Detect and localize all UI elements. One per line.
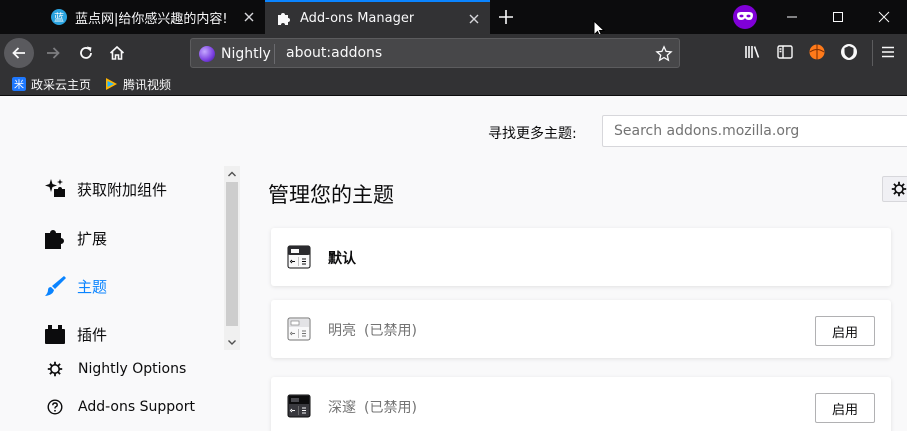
private-browsing-indicator (733, 5, 757, 29)
back-button[interactable] (4, 38, 34, 68)
nightly-options-link[interactable]: Nightly Options (47, 357, 186, 381)
sparkle-puzzle-icon (45, 179, 65, 197)
default-theme-icon (287, 245, 311, 269)
theme-card-dark[interactable]: 深邃 (已禁用) 启用 (271, 377, 891, 431)
minimize-button[interactable] (769, 0, 815, 34)
zcy-favicon-icon: 米 (12, 77, 26, 91)
puzzle-piece-icon (278, 13, 290, 25)
home-button[interactable] (102, 38, 132, 68)
find-more-label: 寻找更多主题: (488, 126, 577, 142)
category-label: 插件 (77, 325, 108, 344)
forward-button[interactable] (38, 38, 68, 68)
bookmark-star-icon[interactable] (655, 45, 673, 63)
paintbrush-icon (45, 276, 66, 296)
theme-name: 深邃 (328, 400, 356, 416)
reload-icon (80, 46, 92, 59)
theme-status: (已禁用) (364, 400, 417, 416)
category-label: 扩展 (77, 229, 108, 248)
category-themes[interactable]: 主题 (43, 271, 107, 301)
tab-strip: 蓝 蓝点网|给你感兴趣的内容! Add-ons Manager (0, 0, 907, 38)
close-tab-icon[interactable] (241, 9, 257, 25)
svg-text:米: 米 (14, 78, 24, 91)
gear-icon (47, 361, 63, 377)
url-separator (274, 44, 275, 64)
tab-title: Add-ons Manager (300, 10, 415, 26)
nightly-logo-icon (199, 46, 215, 62)
bookmark-zcy[interactable]: 米 政采云主页 (12, 75, 91, 93)
identity-box[interactable]: Nightly (199, 44, 271, 64)
extension-ball-icon[interactable] (808, 43, 826, 61)
addons-support-link[interactable]: Add-ons Support (47, 395, 195, 419)
scroll-up-button[interactable] (224, 166, 240, 182)
bookmark-label: 政采云主页 (31, 77, 92, 92)
close-window-icon (878, 11, 890, 23)
chevron-down-icon (228, 340, 236, 345)
search-input[interactable] (602, 115, 907, 147)
category-extensions[interactable]: 扩展 (43, 223, 107, 253)
theme-name: 默认 (328, 251, 356, 267)
addons-page: 寻找更多主题: 获取附加组件 扩展 主题 插件 (0, 96, 907, 431)
tab-title: 蓝点网|给你感兴趣的内容! (75, 11, 228, 27)
puzzle-piece-icon (45, 230, 64, 249)
new-tab-plus-icon[interactable] (497, 8, 515, 26)
identity-label: Nightly (221, 46, 271, 62)
footer-label: Nightly Options (78, 361, 187, 377)
gear-icon (891, 181, 907, 197)
scrollbar-thumb[interactable] (226, 182, 238, 326)
theme-status: (已禁用) (364, 323, 417, 339)
theme-card-light[interactable]: 明亮 (已禁用) 启用 (271, 300, 891, 358)
tencent-video-favicon-icon (106, 78, 117, 90)
bookmark-tencent-video[interactable]: 腾讯视频 (104, 75, 171, 93)
bookmark-label: 腾讯视频 (123, 77, 172, 92)
landian-favicon-icon: 蓝 (51, 9, 67, 25)
hamburger-menu-icon[interactable] (879, 43, 897, 61)
svg-text:蓝: 蓝 (54, 12, 64, 24)
help-question-icon (47, 399, 63, 415)
back-arrow-icon (12, 47, 25, 59)
tab-addons-manager[interactable]: Add-ons Manager (265, 0, 490, 34)
url-text[interactable]: about:addons (286, 45, 382, 61)
category-discover[interactable]: 获取附加组件 (43, 174, 167, 204)
maximize-icon (833, 12, 843, 22)
tools-menu-button[interactable] (882, 176, 907, 202)
theme-name-line: 明亮 (已禁用) (328, 320, 417, 340)
category-plugins[interactable]: 插件 (43, 319, 107, 349)
light-theme-icon (287, 317, 311, 341)
chevron-up-icon (228, 171, 236, 177)
enable-theme-button[interactable]: 启用 (815, 393, 875, 423)
forward-arrow-icon (47, 47, 60, 59)
toolbar-separator (872, 40, 873, 66)
plugin-block-icon (45, 325, 65, 344)
footer-label: Add-ons Support (78, 399, 195, 415)
sidebar-toggle-icon[interactable] (776, 43, 794, 61)
maximize-button[interactable] (815, 0, 861, 34)
enable-theme-button[interactable]: 启用 (815, 316, 875, 346)
theme-card-default[interactable]: 默认 (271, 228, 891, 286)
scroll-down-button[interactable] (224, 334, 240, 350)
library-icon[interactable] (744, 43, 762, 61)
url-bar[interactable]: Nightly about:addons (190, 38, 680, 68)
reload-button[interactable] (71, 38, 101, 68)
private-mask-icon (737, 12, 753, 20)
minimize-icon (787, 16, 797, 18)
page-title: 管理您的主题 (268, 183, 394, 207)
category-label: 获取附加组件 (77, 180, 168, 199)
navigation-toolbar: Nightly about:addons (0, 34, 907, 72)
close-window-button[interactable] (861, 0, 907, 34)
shield-extension-icon[interactable] (840, 43, 858, 61)
category-label: 主题 (77, 277, 108, 296)
bookmarks-toolbar: 米 政采云主页 腾讯视频 (0, 72, 907, 96)
home-icon (109, 45, 125, 60)
tab-landian[interactable]: 蓝 蓝点网|给你感兴趣的内容! (40, 0, 265, 34)
theme-name: 明亮 (328, 323, 356, 339)
dark-theme-icon (287, 394, 311, 418)
close-tab-icon[interactable] (466, 11, 482, 27)
theme-name-line: 深邃 (已禁用) (328, 397, 417, 417)
